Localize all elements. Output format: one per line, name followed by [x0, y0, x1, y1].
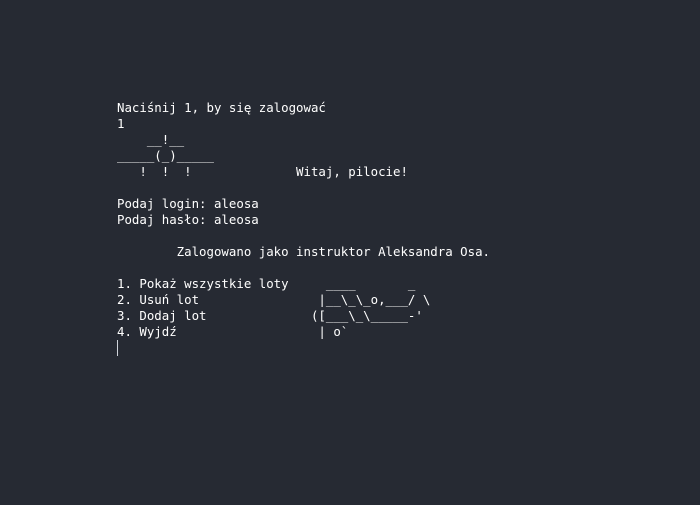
text-cursor[interactable] [117, 340, 118, 356]
login-line: Podaj login: aleosa [117, 196, 259, 211]
menu-item-show-flights: 1. Pokaż wszystkie loty ____ _ [117, 276, 416, 291]
password-line: Podaj hasło: aleosa [117, 212, 259, 227]
menu-item-add-flight: 3. Dodaj lot ([___\_\_____-' [117, 308, 423, 323]
terminal-window[interactable]: Naciśnij 1, by się zalogować 1 __!__ ___… [0, 0, 700, 505]
ascii-art-line: __!__ [117, 132, 185, 147]
menu-item-exit: 4. Wyjdź | o` [117, 324, 349, 339]
menu-item-delete-flight: 2. Usuń lot |__\_\_o,___/ \ [117, 292, 431, 307]
welcome-line: ! ! ! Witaj, pilocie! [117, 164, 408, 179]
user-input-choice: 1 [117, 116, 125, 131]
login-prompt: Naciśnij 1, by się zalogować [117, 100, 326, 115]
logged-in-message: Zalogowano jako instruktor Aleksandra Os… [117, 244, 490, 259]
ascii-art-line: _____(_)_____ [117, 148, 214, 163]
